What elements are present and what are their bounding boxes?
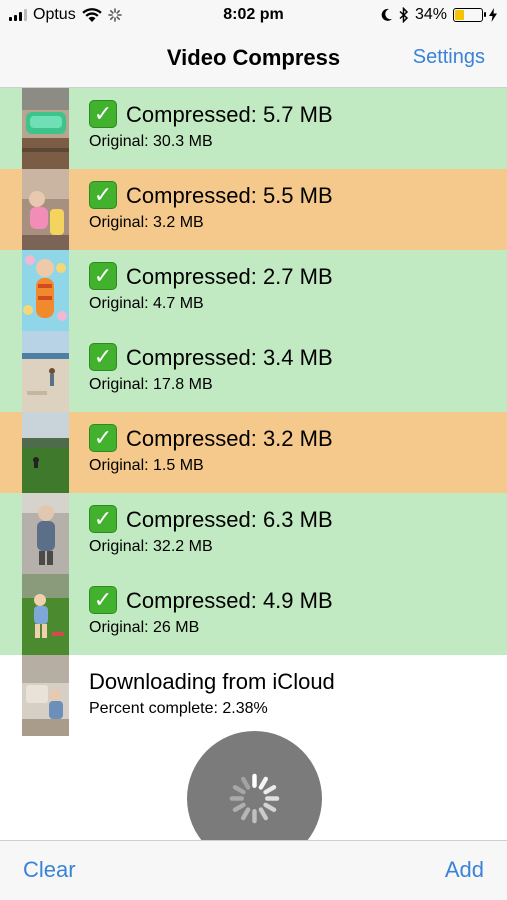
original-size-label: Original: 17.8 MB: [89, 376, 213, 393]
list-item[interactable]: ✓ Compressed: 6.3 MB Original: 32.2 MB: [0, 493, 507, 574]
clear-button[interactable]: Clear: [23, 857, 76, 883]
original-size-label: Original: 3.2 MB: [89, 214, 204, 231]
compressed-size-label: Compressed: 4.9 MB: [126, 588, 333, 613]
battery-icon: [453, 8, 486, 22]
check-mark-icon: ✓: [89, 424, 117, 452]
charging-bolt-icon: [489, 8, 497, 22]
original-size-label: Original: 26 MB: [89, 619, 200, 636]
bottom-toolbar: Clear Add: [0, 840, 507, 900]
video-thumbnail: [22, 250, 69, 331]
video-thumbnail: [22, 655, 69, 736]
compressed-size-label: Compressed: 5.7 MB: [126, 102, 333, 127]
battery-percent: 34%: [414, 6, 447, 23]
video-thumbnail: [22, 88, 69, 169]
check-mark-icon: ✓: [89, 181, 117, 209]
moon-icon: [381, 8, 392, 21]
compressed-size-label: Compressed: 6.3 MB: [126, 507, 333, 532]
download-status-label: Downloading from iCloud: [89, 669, 335, 694]
video-thumbnail: [22, 493, 69, 574]
list-item[interactable]: ✓ Compressed: 5.7 MB Original: 30.3 MB: [0, 88, 507, 169]
list-item[interactable]: Downloading from iCloud Percent complete…: [0, 655, 507, 736]
video-thumbnail: [22, 169, 69, 250]
original-size-label: Original: 32.2 MB: [89, 538, 213, 555]
compressed-size-label: Compressed: 3.2 MB: [126, 426, 333, 451]
original-size-label: Original: 4.7 MB: [89, 295, 204, 312]
status-bar: Optus 8:02 pm 34%: [0, 0, 507, 32]
list-item[interactable]: ✓ Compressed: 2.7 MB Original: 4.7 MB: [0, 250, 507, 331]
compressed-size-label: Compressed: 2.7 MB: [126, 264, 333, 289]
navigation-bar: Video Compress Settings: [0, 32, 507, 88]
list-item[interactable]: ✓ Compressed: 4.9 MB Original: 26 MB: [0, 574, 507, 655]
video-thumbnail: [22, 574, 69, 655]
battery-level-fill: [455, 10, 464, 20]
bluetooth-icon: [399, 7, 409, 23]
check-mark-icon: ✓: [89, 262, 117, 290]
check-mark-icon: ✓: [89, 586, 117, 614]
check-mark-icon: ✓: [89, 343, 117, 371]
video-thumbnail: [22, 412, 69, 493]
video-thumbnail: [22, 331, 69, 412]
status-right: 34%: [381, 6, 497, 24]
compressed-size-label: Compressed: 5.5 MB: [126, 183, 333, 208]
compressed-size-label: Compressed: 3.4 MB: [126, 345, 333, 370]
original-size-label: Original: 30.3 MB: [89, 133, 213, 150]
settings-button[interactable]: Settings: [413, 46, 485, 69]
add-button[interactable]: Add: [445, 857, 484, 883]
video-list: ✓ Compressed: 5.7 MB Original: 30.3 MB ✓…: [0, 88, 507, 736]
check-mark-icon: ✓: [89, 100, 117, 128]
list-item[interactable]: ✓ Compressed: 5.5 MB Original: 3.2 MB: [0, 169, 507, 250]
download-progress-label: Percent complete: 2.38%: [89, 700, 268, 717]
list-item[interactable]: ✓ Compressed: 3.4 MB Original: 17.8 MB: [0, 331, 507, 412]
loading-spinner-icon: [229, 773, 280, 824]
original-size-label: Original: 1.5 MB: [89, 457, 204, 474]
list-item[interactable]: ✓ Compressed: 3.2 MB Original: 1.5 MB: [0, 412, 507, 493]
check-mark-icon: ✓: [89, 505, 117, 533]
